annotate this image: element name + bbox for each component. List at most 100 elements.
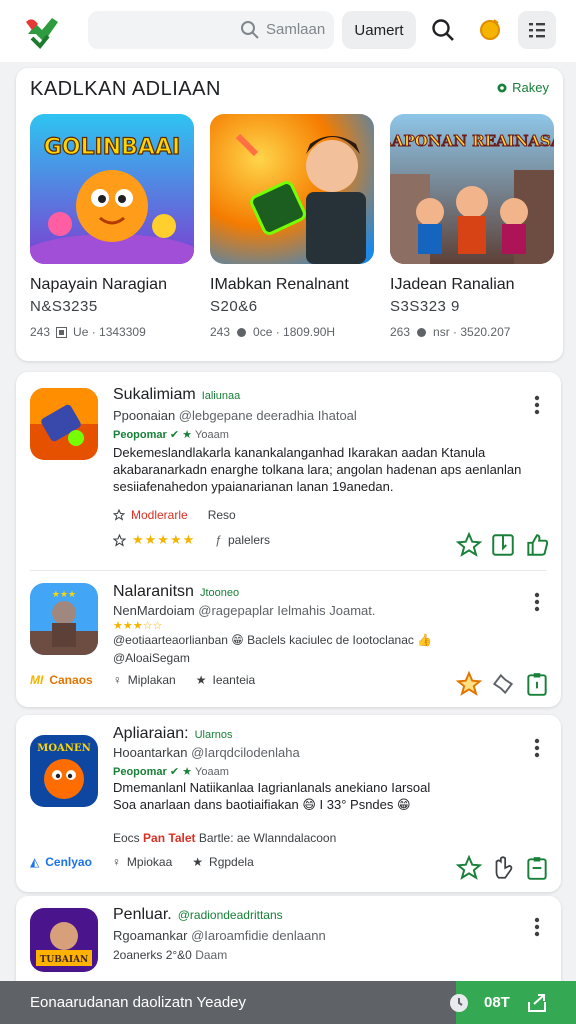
- game-icon[interactable]: MOANEN: [30, 735, 98, 807]
- bookmark-icon[interactable]: [490, 532, 516, 558]
- meta-stats: 0ce · 1809.90H: [253, 325, 336, 339]
- mod-status: Modlerarle Reso: [113, 508, 236, 522]
- meta-b: Rgpdela: [209, 855, 254, 869]
- meta-count: 243: [30, 325, 51, 339]
- featured-game-card[interactable]: GOLINBAAI Napayain Naragian N&S3235 243 …: [30, 114, 194, 339]
- status-count: 08T: [484, 994, 510, 1011]
- more-vert-icon[interactable]: [527, 591, 547, 613]
- list-item[interactable]: Sukalimiam Ialiunaa Ppoonaian @lebgepane …: [16, 372, 561, 568]
- share-icon[interactable]: [526, 992, 548, 1014]
- see-more-label: Rakey: [512, 80, 549, 95]
- info-icon: ƒ: [215, 533, 222, 547]
- meta-count: 243: [210, 325, 231, 339]
- game-badge: @radiondeadrittans: [177, 908, 283, 922]
- info-line-value: 2oanerks 2°&0: [113, 948, 192, 962]
- thumb-up-icon[interactable]: [524, 532, 550, 558]
- svg-text:TUBAIAN: TUBAIAN: [40, 955, 89, 965]
- more-vert-icon[interactable]: [527, 394, 547, 416]
- gear-icon: [497, 83, 507, 92]
- android-icon: ♀: [111, 855, 121, 869]
- game-name[interactable]: IJadean Ranalian: [390, 276, 554, 294]
- mod-label: Modlerarle: [131, 508, 188, 522]
- description-line-2: Soa anarlaan dans baotiaifiakan 😄 I 33° …: [113, 797, 411, 812]
- dot-icon: [417, 327, 427, 337]
- game-badge: Jtooneo: [199, 587, 240, 599]
- more-vert-icon[interactable]: [527, 737, 547, 759]
- game-thumbnail[interactable]: [210, 114, 374, 264]
- game-code: N&S3235: [30, 298, 98, 315]
- publisher-tag: Peopomar ✔ ★ Yoaam: [113, 765, 229, 778]
- meta-a: Mpiokaa: [126, 855, 173, 869]
- developer-handle: @lebgepane deeradhia Ihatoal: [178, 408, 357, 423]
- game-icon[interactable]: TUBAIAN: [30, 908, 98, 972]
- clipboard-icon[interactable]: [524, 855, 550, 881]
- game-list-card: Sukalimiam Ialiunaa Ppoonaian @lebgepane …: [16, 372, 561, 707]
- rating-stars: ★★★☆☆: [113, 620, 163, 632]
- game-meta: 243 Ue · 1343309: [30, 325, 194, 339]
- menu-button[interactable]: Uamert: [342, 11, 416, 49]
- game-list-card: MOANEN Apliaraian: Ularnos Hooantarkan @I…: [16, 715, 561, 892]
- timer-icon: [450, 994, 468, 1012]
- svg-text:MOANEN: MOANEN: [37, 743, 90, 754]
- developer-name: NenMardoiam: [113, 603, 195, 618]
- developer-handle: @Iaroamfidie denlaann: [191, 928, 326, 943]
- game-code: S3S323 9: [390, 298, 460, 315]
- meta-a: Miplakan: [127, 673, 176, 687]
- section-title: KADLKAN ADLIAAN: [30, 78, 221, 100]
- game-title-text: Nalaranitsn: [113, 583, 194, 600]
- publisher-tag-sub: Yoaam: [195, 429, 229, 441]
- game-icon[interactable]: [30, 388, 98, 460]
- featured-game-card[interactable]: IMabkan Renalnant S20&6 243 0ce · 1809.9…: [210, 114, 374, 339]
- hand-icon[interactable]: [490, 855, 516, 881]
- developer-name: Rgoamankar: [113, 928, 188, 943]
- developer-name: Ppoonaian: [113, 408, 176, 423]
- game-name[interactable]: IMabkan Renalnant: [210, 276, 374, 294]
- developer-line: Ppoonaian @lebgepane deeradhia Ihatoal: [113, 408, 357, 423]
- coin-icon[interactable]: [478, 17, 502, 41]
- brand-icon: MI: [30, 673, 44, 687]
- search-icon[interactable]: [430, 17, 456, 43]
- game-description: Dekemeslandlakarla kanankalanganhad Ikar…: [113, 445, 522, 494]
- star-outline-icon: [113, 533, 126, 547]
- featured-game-card[interactable]: RAAPONAN REAINASAN IJadean Ranalian S3S3…: [390, 114, 554, 339]
- description-line-1: Dmemanlanl Natiikanlaa Iagrianlanals ane…: [113, 780, 431, 795]
- info-line-sub: Daam: [195, 948, 228, 962]
- star-icon[interactable]: [456, 855, 482, 881]
- star-icon[interactable]: [456, 671, 482, 697]
- developer-line: Rgoamankar @Iaroamfidie denlaann: [113, 928, 326, 943]
- game-name[interactable]: Napayain Naragian: [30, 276, 194, 294]
- star-icon[interactable]: [456, 532, 482, 558]
- game-title: Penluar. @radiondeadrittans: [113, 906, 283, 924]
- game-title: Nalaranitsn Jtooneo: [113, 583, 239, 601]
- app-logo-icon[interactable]: [22, 12, 62, 52]
- game-meta: 263 nsr · 3520.207: [390, 325, 554, 339]
- game-badge: Ularnos: [194, 729, 233, 741]
- action-area[interactable]: [456, 981, 576, 1024]
- game-meta: 243 0ce · 1809.90H: [210, 325, 374, 339]
- brand-icon: ◭: [30, 855, 40, 869]
- publisher-tag: Peopomar ✔ ★ Yoaam: [113, 428, 229, 441]
- publisher-tag-text: Peopomar ✔ ★: [113, 766, 192, 778]
- status-text: Eonaarudanan daolizatn Yeadey: [30, 994, 247, 1011]
- players-label: palelers: [227, 533, 270, 547]
- more-menu-button[interactable]: [518, 11, 556, 49]
- game-thumbnail[interactable]: GOLINBAAI: [30, 114, 194, 264]
- see-more-link[interactable]: Rakey: [496, 80, 549, 95]
- note-red: Pan Talet: [143, 831, 196, 845]
- more-vert-icon[interactable]: [527, 916, 547, 938]
- rating-row: ★★★★★ ƒ palelers: [113, 532, 270, 548]
- dot-icon: [237, 327, 247, 337]
- top-bar: Samlaan Uamert: [0, 0, 576, 62]
- list-item[interactable]: ★★★ Nalaranitsn Jtooneo NenMardoiam @rage…: [16, 571, 561, 707]
- search-input[interactable]: Samlaan: [88, 11, 334, 49]
- puzzle-icon[interactable]: [490, 671, 516, 697]
- review-line: @eotiaarteaorlianban 😁 Baclels kaciulec …: [113, 633, 433, 647]
- clipboard-icon[interactable]: [524, 671, 550, 697]
- brand-label: Cenlyao: [45, 855, 92, 869]
- android-icon: ♀: [112, 673, 122, 687]
- game-title-text: Apliaraian:: [113, 725, 189, 742]
- game-thumbnail[interactable]: RAAPONAN REAINASAN: [390, 114, 554, 264]
- list-item[interactable]: MOANEN Apliaraian: Ularnos Hooantarkan @I…: [16, 715, 561, 892]
- game-icon[interactable]: ★★★: [30, 583, 98, 655]
- thumbnail-logo-text: GOLINBAAI: [44, 135, 180, 160]
